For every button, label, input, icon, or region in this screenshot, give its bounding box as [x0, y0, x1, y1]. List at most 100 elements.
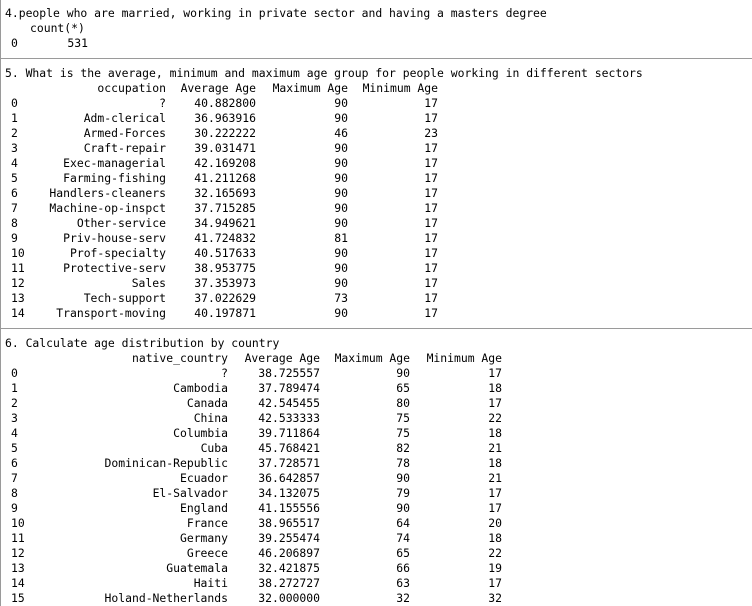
- row-index: 10: [11, 246, 25, 260]
- minimum-age-cell: 17: [488, 486, 502, 500]
- maximum-age-cell: 66: [396, 561, 410, 575]
- header-average-age: Average Age: [180, 81, 256, 95]
- average-age-cell: 38.953775: [194, 261, 256, 275]
- minimum-age-cell: 17: [424, 201, 438, 215]
- header-minimum-age: Minimum Age: [426, 351, 502, 365]
- row-index: 3: [11, 411, 18, 425]
- row-index: 14: [11, 576, 25, 590]
- average-age-cell: 36.963916: [194, 111, 256, 125]
- average-age-cell: 37.789474: [258, 381, 320, 395]
- country-cell: El-Salvador: [152, 486, 228, 500]
- maximum-age-cell: 90: [334, 201, 348, 215]
- minimum-age-cell: 21: [488, 441, 502, 455]
- output-panel: 4.people who are married, working in pri…: [0, 0, 752, 606]
- occupation-cell: Craft-repair: [83, 141, 166, 155]
- minimum-age-cell: 19: [488, 561, 502, 575]
- row-index: 5: [11, 441, 18, 455]
- row-index: 5: [11, 171, 18, 185]
- average-age-cell: 39.711864: [258, 426, 320, 440]
- row-index: 9: [11, 501, 18, 515]
- maximum-age-cell: 32: [396, 591, 410, 605]
- occupation-cell: ?: [159, 96, 166, 110]
- country-cell: Guatemala: [166, 561, 228, 575]
- maximum-age-cell: 90: [396, 366, 410, 380]
- average-age-cell: 41.155556: [258, 501, 320, 515]
- maximum-age-cell: 90: [334, 186, 348, 200]
- average-age-cell: 37.353973: [194, 276, 256, 290]
- maximum-age-cell: 82: [396, 441, 410, 455]
- occupation-cell: Handlers-cleaners: [49, 186, 166, 200]
- minimum-age-cell: 17: [424, 261, 438, 275]
- minimum-age-cell: 18: [488, 426, 502, 440]
- row-index: 8: [11, 486, 18, 500]
- row-index: 7: [11, 201, 18, 215]
- maximum-age-cell: 90: [334, 261, 348, 275]
- maximum-age-cell: 65: [396, 546, 410, 560]
- average-age-cell: 32.000000: [258, 591, 320, 605]
- average-age-cell: 40.197871: [194, 306, 256, 320]
- minimum-age-cell: 21: [488, 471, 502, 485]
- minimum-age-cell: 17: [488, 366, 502, 380]
- country-cell: Greece: [186, 546, 228, 560]
- header-native-country: native_country: [131, 351, 228, 365]
- maximum-age-cell: 90: [396, 471, 410, 485]
- minimum-age-cell: 17: [424, 291, 438, 305]
- header-average-age: Average Age: [244, 351, 320, 365]
- count-cell: 531: [67, 36, 88, 50]
- maximum-age-cell: 75: [396, 426, 410, 440]
- occupation-cell: Farming-fishing: [63, 171, 166, 185]
- country-cell: Cuba: [200, 441, 228, 455]
- maximum-age-cell: 46: [334, 126, 348, 140]
- maximum-age-cell: 90: [334, 96, 348, 110]
- minimum-age-cell: 17: [424, 141, 438, 155]
- row-index: 2: [11, 126, 18, 140]
- section5-title: 5. What is the average, minimum and maxi…: [5, 66, 643, 80]
- maximum-age-cell: 90: [334, 276, 348, 290]
- maximum-age-cell: 74: [396, 531, 410, 545]
- minimum-age-cell: 17: [424, 306, 438, 320]
- average-age-cell: 39.255474: [258, 531, 320, 545]
- row-index: 2: [11, 396, 18, 410]
- occupation-cell: Exec-managerial: [63, 156, 166, 170]
- average-age-cell: 37.022629: [194, 291, 256, 305]
- minimum-age-cell: 17: [424, 171, 438, 185]
- minimum-age-cell: 18: [488, 531, 502, 545]
- maximum-age-cell: 73: [334, 291, 348, 305]
- cell-separator: [1, 58, 752, 59]
- average-age-cell: 40.882800: [194, 96, 256, 110]
- average-age-cell: 37.715285: [194, 201, 256, 215]
- row-index: 11: [11, 531, 25, 545]
- country-cell: Germany: [179, 531, 228, 545]
- country-cell: Columbia: [173, 426, 228, 440]
- minimum-age-cell: 17: [424, 96, 438, 110]
- row-index: 15: [11, 591, 25, 605]
- header-maximum-age: Maximum Age: [272, 81, 348, 95]
- average-age-cell: 41.211268: [194, 171, 256, 185]
- minimum-age-cell: 17: [488, 576, 502, 590]
- maximum-age-cell: 90: [334, 216, 348, 230]
- occupation-cell: Armed-Forces: [83, 126, 166, 140]
- average-age-cell: 39.031471: [194, 141, 256, 155]
- minimum-age-cell: 32: [488, 591, 502, 605]
- occupation-cell: Adm-clerical: [83, 111, 166, 125]
- average-age-cell: 38.965517: [258, 516, 320, 530]
- country-cell: Ecuador: [179, 471, 228, 485]
- average-age-cell: 32.421875: [258, 561, 320, 575]
- average-age-cell: 30.222222: [194, 126, 256, 140]
- maximum-age-cell: 75: [396, 411, 410, 425]
- maximum-age-cell: 80: [396, 396, 410, 410]
- minimum-age-cell: 18: [488, 381, 502, 395]
- row-index: 4: [11, 426, 18, 440]
- header-maximum-age: Maximum Age: [334, 351, 410, 365]
- row-index: 12: [11, 276, 25, 290]
- minimum-age-cell: 17: [424, 231, 438, 245]
- cell-separator: [1, 328, 752, 329]
- average-age-cell: 42.533333: [258, 411, 320, 425]
- row-index: 9: [11, 231, 18, 245]
- country-cell: ?: [221, 366, 228, 380]
- average-age-cell: 46.206897: [258, 546, 320, 560]
- maximum-age-cell: 79: [396, 486, 410, 500]
- section6-title: 6. Calculate age distribution by country: [5, 336, 280, 350]
- row-index: 13: [11, 561, 25, 575]
- average-age-cell: 42.169208: [194, 156, 256, 170]
